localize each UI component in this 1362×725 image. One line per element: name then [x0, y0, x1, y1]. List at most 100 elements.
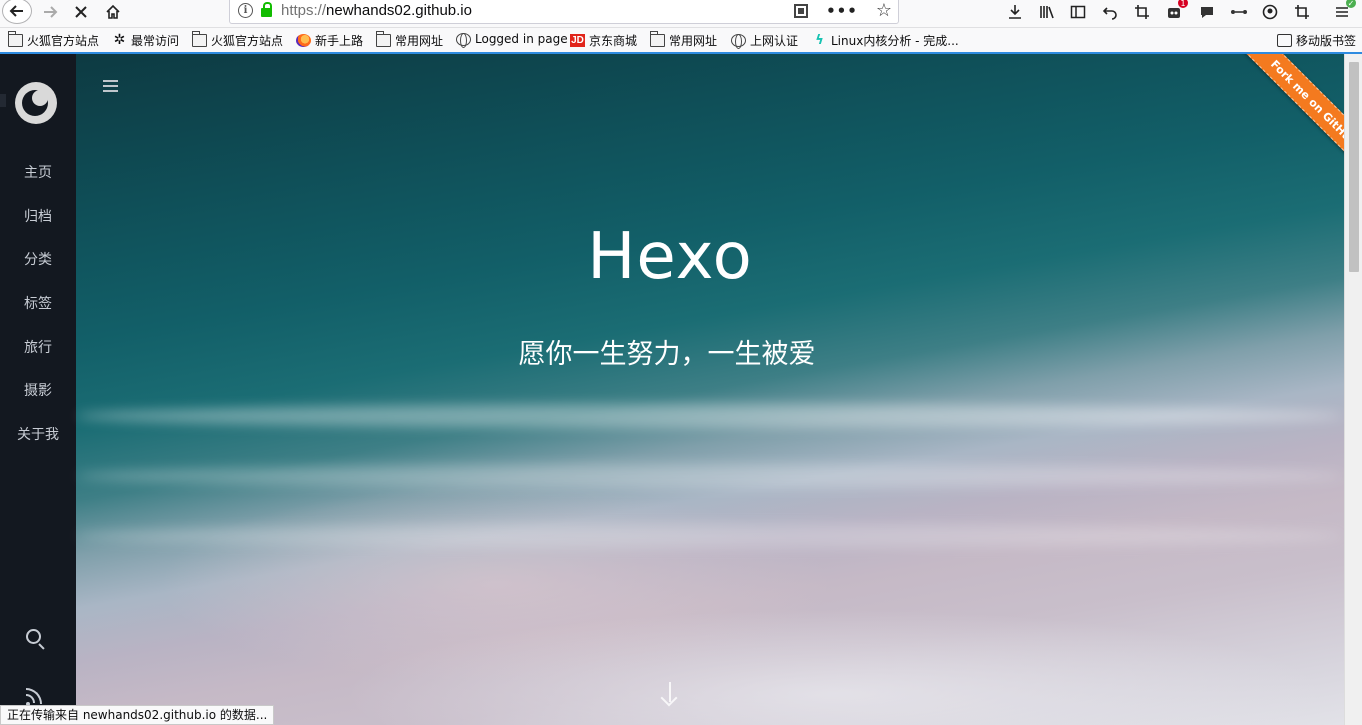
wave-foam — [76, 524, 1344, 548]
account-icon — [1262, 4, 1278, 20]
connect-icon — [1231, 10, 1247, 14]
bookmark-item[interactable]: 常用网址 — [375, 31, 444, 49]
site-sidebar: 主页 归档 分类 标签 旅行 摄影 关于我 — [0, 54, 76, 725]
phone-icon — [1277, 34, 1292, 47]
site-title: Hexo — [587, 220, 753, 294]
bookmark-item[interactable]: JD 京东商城 — [570, 32, 637, 49]
account-button[interactable] — [1260, 2, 1280, 22]
library-button[interactable] — [1037, 2, 1057, 22]
sidebar-toggle-button[interactable] — [1068, 2, 1088, 22]
extension-button[interactable]: 1 — [1164, 0, 1188, 22]
sync-button[interactable] — [1292, 2, 1312, 22]
bookmark-label: 京东商城 — [589, 34, 638, 48]
update-badge: ✓ — [1346, 0, 1356, 8]
bookmark-star-icon[interactable]: ☆ — [876, 0, 892, 21]
folder-icon — [649, 31, 665, 47]
sidebar-edge-mark — [0, 94, 6, 107]
nav-item-photography[interactable]: 摄影 — [0, 380, 76, 424]
rss-icon[interactable] — [26, 684, 48, 706]
nav-item-archives[interactable]: 归档 — [0, 206, 76, 250]
scroll-down-icon[interactable] — [660, 682, 680, 707]
arrow-left-icon — [9, 5, 23, 17]
bookmark-item[interactable]: 新手上路 — [296, 32, 363, 49]
download-button[interactable] — [1005, 2, 1025, 22]
url-text[interactable]: https://newhands02.github.io — [281, 2, 472, 19]
hero-banner — [76, 54, 1344, 725]
leaf-icon: ϟ — [815, 33, 824, 48]
undo-button[interactable] — [1100, 2, 1120, 22]
crop-tool-icon — [1295, 5, 1309, 19]
wave-foam — [76, 404, 1344, 428]
bookmark-label: Linux内核分析 - 完成... — [831, 34, 959, 48]
site-subtitle: 愿你一生努力，一生被爱 — [518, 339, 816, 370]
globe-icon — [731, 34, 746, 49]
folder-icon — [191, 31, 207, 47]
bookmark-item[interactable]: ✲ 最常访问 — [112, 32, 179, 49]
lock-icon — [261, 2, 272, 17]
share-button[interactable] — [1229, 2, 1249, 22]
bookmark-label: 火狐官方站点 — [27, 34, 100, 48]
browser-toolbar: i https://newhands02.github.io ••• ☆ 1 ✓ — [0, 0, 1362, 28]
nav-item-about[interactable]: 关于我 — [0, 424, 76, 468]
back-button[interactable] — [2, 0, 32, 24]
chat-button[interactable] — [1197, 2, 1217, 22]
jd-icon: JD — [570, 34, 585, 47]
status-bar: 正在传输来自 newhands02.github.io 的数据... — [0, 705, 275, 725]
wave-foam — [76, 464, 1344, 488]
nav-item-home[interactable]: 主页 — [0, 162, 76, 206]
site-logo[interactable] — [15, 82, 57, 124]
chat-icon — [1201, 7, 1213, 18]
home-icon — [106, 4, 120, 19]
library-icon — [1040, 6, 1054, 19]
search-icon[interactable] — [25, 628, 47, 650]
nav-item-travel[interactable]: 旅行 — [0, 337, 76, 381]
crop-icon — [1135, 5, 1149, 19]
nav-item-categories[interactable]: 分类 — [0, 249, 76, 293]
globe-icon — [456, 32, 471, 48]
bookmark-label: 常用网址 — [395, 34, 444, 48]
nav-item-tags[interactable]: 标签 — [0, 293, 76, 337]
bookmark-item[interactable]: 上网认证 — [731, 32, 798, 49]
bookmark-item[interactable]: 火狐官方站点 — [191, 31, 284, 49]
folder-icon — [7, 31, 23, 47]
url-host: newhands02.github.io — [326, 2, 472, 19]
bookmark-item[interactable]: 常用网址 — [649, 31, 718, 49]
notification-badge: 1 — [1178, 0, 1188, 8]
bookmark-item[interactable]: ϟ Linux内核分析 - 完成... — [812, 32, 959, 49]
folder-icon — [375, 31, 391, 47]
close-icon — [75, 6, 87, 18]
gear-icon: ✲ — [113, 32, 126, 48]
scrollbar-thumb[interactable] — [1349, 62, 1359, 272]
github-ribbon[interactable]: Fork me on GitHub — [1204, 54, 1344, 194]
undo-icon — [1102, 7, 1117, 20]
bookmark-label: 火狐官方站点 — [211, 34, 284, 48]
web-page: 主页 归档 分类 标签 旅行 摄影 关于我 Hexo 愿你一生努力，一生被爱 F… — [0, 54, 1344, 725]
site-nav: 主页 归档 分类 标签 旅行 摄影 关于我 — [0, 162, 76, 468]
bookmark-label: 上网认证 — [750, 34, 799, 48]
menu-toggle-icon[interactable] — [103, 80, 118, 92]
bookmarks-bar: 火狐官方站点 ✲ 最常访问 火狐官方站点 新手上路 常用网址 Logged in … — [0, 28, 1362, 53]
download-icon — [1009, 5, 1021, 19]
forward-button[interactable] — [38, 0, 62, 24]
sidebar-icon — [1070, 5, 1086, 19]
bookmark-item[interactable]: 火狐官方站点 — [7, 31, 100, 49]
stop-button[interactable] — [70, 0, 92, 24]
bookmark-label: 新手上路 — [315, 34, 364, 48]
bookmark-label: 常用网址 — [669, 34, 718, 48]
qr-code-icon[interactable] — [794, 3, 809, 18]
mobile-bookmarks-label: 移动版书签 — [1296, 34, 1357, 48]
url-bar[interactable]: i https://newhands02.github.io ••• ☆ — [229, 0, 899, 24]
page-scrollbar[interactable] — [1344, 54, 1362, 725]
app-menu-button[interactable]: ✓ — [1332, 0, 1356, 22]
bookmark-item[interactable]: Logged in page — [456, 32, 568, 48]
firefox-icon — [296, 34, 311, 47]
screenshot-button[interactable] — [1132, 2, 1152, 22]
home-button[interactable] — [102, 0, 124, 24]
bookmark-label: 最常访问 — [131, 34, 180, 48]
url-scheme: https:// — [281, 2, 327, 19]
site-info-icon[interactable]: i — [238, 3, 253, 18]
github-ribbon-label[interactable]: Fork me on GitHub — [1234, 54, 1344, 183]
page-actions-icon[interactable]: ••• — [826, 2, 858, 20]
mobile-bookmarks[interactable]: 移动版书签 — [1277, 32, 1356, 49]
bookmark-label: Logged in page — [475, 32, 568, 46]
